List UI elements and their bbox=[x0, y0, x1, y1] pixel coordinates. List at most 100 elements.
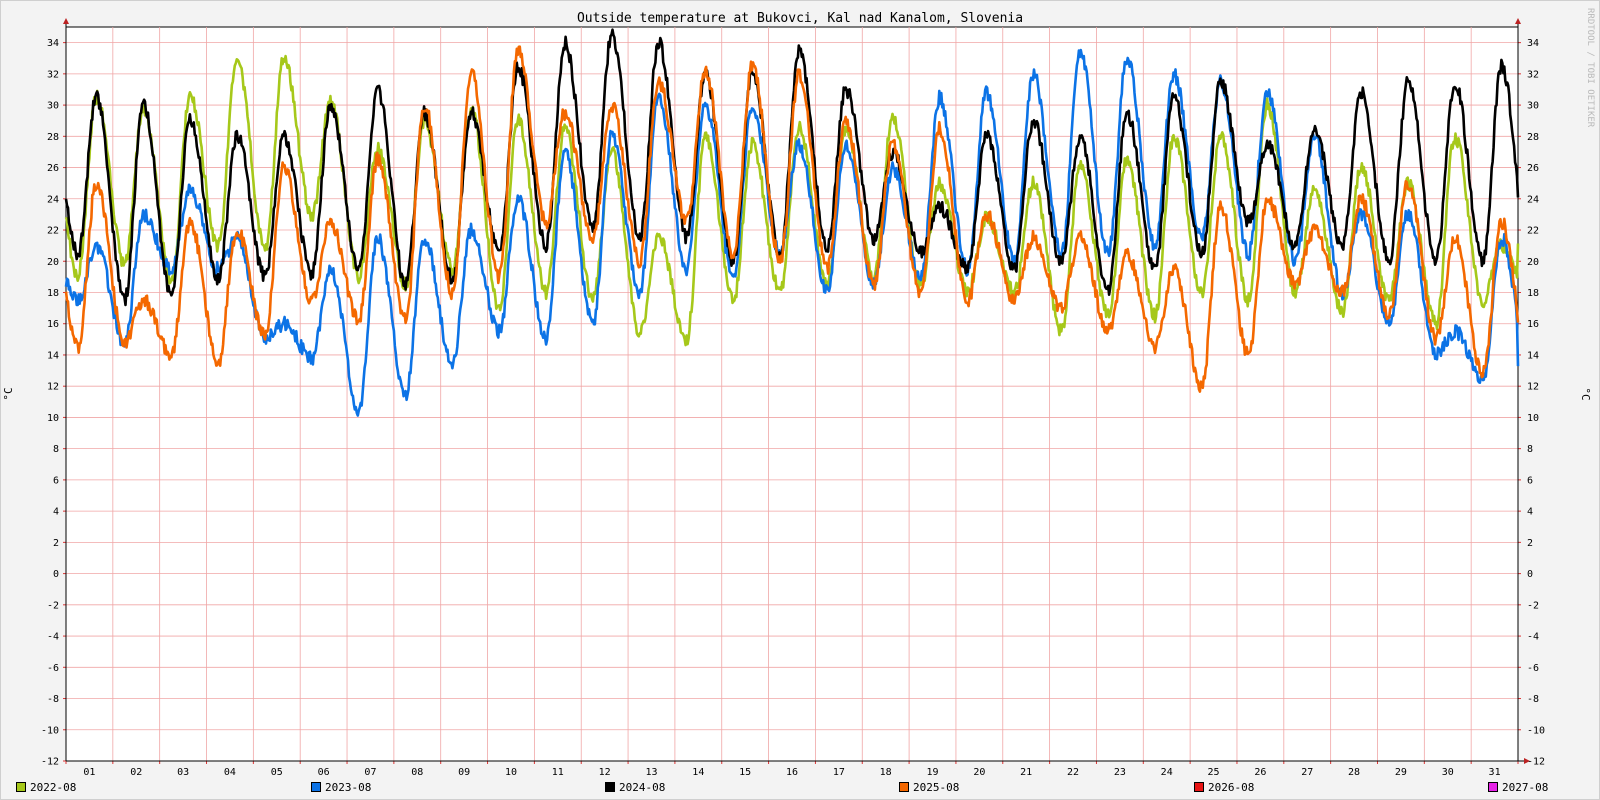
x-tick-label: 14 bbox=[692, 767, 704, 778]
x-tick-label: 30 bbox=[1442, 767, 1454, 778]
y-tick-label-left: 34 bbox=[47, 38, 59, 49]
legend-item-2025-08: 2025-08 bbox=[899, 781, 959, 794]
legend-label: 2026-08 bbox=[1208, 781, 1255, 794]
x-tick-label: 07 bbox=[364, 767, 376, 778]
y-tick-label-right: -4 bbox=[1527, 632, 1539, 643]
y-tick-label-left: -2 bbox=[47, 600, 59, 611]
legend-swatch bbox=[16, 782, 26, 792]
x-tick-label: 15 bbox=[739, 767, 751, 778]
y-tick-label-left: 22 bbox=[47, 226, 59, 237]
y-tick-label-right: 16 bbox=[1527, 319, 1539, 330]
y-tick-label-left: 4 bbox=[53, 507, 59, 518]
y-tick-label-right: 8 bbox=[1527, 444, 1533, 455]
legend: 2022-08 2023-08 2024-08 2025-08 2026-08 2027-… bbox=[0, 778, 1600, 796]
y-tick-label-left: 30 bbox=[47, 101, 59, 112]
y-tick-label-left: -6 bbox=[47, 663, 59, 674]
y-tick-label-right: -8 bbox=[1527, 694, 1539, 705]
x-tick-label: 17 bbox=[833, 767, 845, 778]
y-axis-arrow-right bbox=[1515, 18, 1521, 24]
x-tick-label: 21 bbox=[1020, 767, 1032, 778]
x-tick-label: 20 bbox=[973, 767, 985, 778]
x-tick-label: 11 bbox=[552, 767, 564, 778]
x-tick-label: 22 bbox=[1067, 767, 1079, 778]
y-tick-label-right: 28 bbox=[1527, 132, 1539, 143]
y-tick-label-left: 0 bbox=[53, 569, 59, 580]
y-tick-label-right: 6 bbox=[1527, 475, 1533, 486]
legend-item-2023-08: 2023-08 bbox=[311, 781, 371, 794]
chart-title: Outside temperature at Bukovci, Kal nad … bbox=[577, 11, 1023, 26]
y-tick-label-right: 10 bbox=[1527, 413, 1539, 424]
y-tick-label-left: 6 bbox=[53, 475, 59, 486]
y-tick-label-right: 12 bbox=[1527, 382, 1539, 393]
y-tick-label-left: 20 bbox=[47, 257, 59, 268]
y-axis-label-left: °C bbox=[2, 387, 15, 400]
x-tick-label: 10 bbox=[505, 767, 517, 778]
x-tick-label: 18 bbox=[880, 767, 892, 778]
y-tick-label-left: -10 bbox=[41, 725, 59, 736]
y-tick-label-right: 18 bbox=[1527, 288, 1539, 299]
y-tick-label-left: 10 bbox=[47, 413, 59, 424]
y-tick-label-right: -10 bbox=[1527, 725, 1545, 736]
x-tick-label: 09 bbox=[458, 767, 470, 778]
y-tick-label-left: 2 bbox=[53, 538, 59, 549]
x-tick-label: 27 bbox=[1301, 767, 1313, 778]
y-tick-label-left: 28 bbox=[47, 132, 59, 143]
x-tick-label: 26 bbox=[1254, 767, 1266, 778]
y-tick-label-left: 18 bbox=[47, 288, 59, 299]
y-axis-arrow-left bbox=[63, 18, 69, 24]
legend-label: 2025-08 bbox=[913, 781, 960, 794]
y-tick-label-left: 24 bbox=[47, 194, 59, 205]
y-tick-label-right: 24 bbox=[1527, 194, 1539, 205]
x-tick-label: 06 bbox=[318, 767, 330, 778]
x-tick-label: 24 bbox=[1161, 767, 1173, 778]
x-tick-label: 28 bbox=[1348, 767, 1360, 778]
temperature-chart: 34 3432 3230 3028 2826 2624 2422 2220 2018 1816 16… bbox=[2, 8, 1595, 778]
y-tick-label-left: -12 bbox=[41, 757, 59, 768]
y-tick-label-left: 16 bbox=[47, 319, 59, 330]
legend-label: 2023-08 bbox=[325, 781, 372, 794]
legend-swatch bbox=[899, 782, 909, 792]
x-tick-label: 08 bbox=[411, 767, 423, 778]
y-tick-label-left: 8 bbox=[53, 444, 59, 455]
y-tick-label-right: 20 bbox=[1527, 257, 1539, 268]
legend-item-2022-08: 2022-08 bbox=[16, 781, 76, 794]
x-tick-label: 23 bbox=[1114, 767, 1126, 778]
y-tick-label-right: -6 bbox=[1527, 663, 1539, 674]
y-tick-label-right: -12 bbox=[1527, 757, 1545, 768]
watermark: RRDTOOL / TOBI OETIKER bbox=[1585, 8, 1595, 128]
x-tick-label: 05 bbox=[271, 767, 283, 778]
legend-swatch bbox=[605, 782, 615, 792]
y-tick-label-right: 26 bbox=[1527, 163, 1539, 174]
y-tick-label-right: 0 bbox=[1527, 569, 1533, 580]
y-tick-label-left: 26 bbox=[47, 163, 59, 174]
y-tick-label-right: -2 bbox=[1527, 600, 1539, 611]
legend-item-2027-08: 2027-08 bbox=[1488, 781, 1548, 794]
y-axis-label-right: °C bbox=[1579, 387, 1592, 400]
y-tick-label-right: 32 bbox=[1527, 69, 1539, 80]
x-tick-label: 12 bbox=[599, 767, 611, 778]
x-tick-label: 13 bbox=[645, 767, 657, 778]
legend-swatch bbox=[311, 782, 321, 792]
legend-swatch bbox=[1194, 782, 1204, 792]
x-tick-label: 04 bbox=[224, 767, 236, 778]
y-tick-label-left: -8 bbox=[47, 694, 59, 705]
legend-swatch bbox=[1488, 782, 1498, 792]
legend-label: 2027-08 bbox=[1502, 781, 1549, 794]
y-tick-label-right: 4 bbox=[1527, 507, 1533, 518]
legend-item-2024-08: 2024-08 bbox=[605, 781, 665, 794]
x-tick-label: 19 bbox=[926, 767, 938, 778]
x-tick-label: 16 bbox=[786, 767, 798, 778]
y-tick-label-right: 14 bbox=[1527, 350, 1539, 361]
y-tick-label-right: 30 bbox=[1527, 101, 1539, 112]
y-tick-label-left: 14 bbox=[47, 350, 59, 361]
x-tick-label: 03 bbox=[177, 767, 189, 778]
y-tick-label-right: 2 bbox=[1527, 538, 1533, 549]
x-tick-label: 01 bbox=[83, 767, 95, 778]
legend-label: 2022-08 bbox=[30, 781, 77, 794]
y-tick-label-right: 34 bbox=[1527, 38, 1539, 49]
y-tick-label-right: 22 bbox=[1527, 226, 1539, 237]
x-tick-label: 31 bbox=[1489, 767, 1501, 778]
x-tick-label: 02 bbox=[130, 767, 142, 778]
x-tick-label: 29 bbox=[1395, 767, 1407, 778]
y-tick-label-left: -4 bbox=[47, 632, 59, 643]
